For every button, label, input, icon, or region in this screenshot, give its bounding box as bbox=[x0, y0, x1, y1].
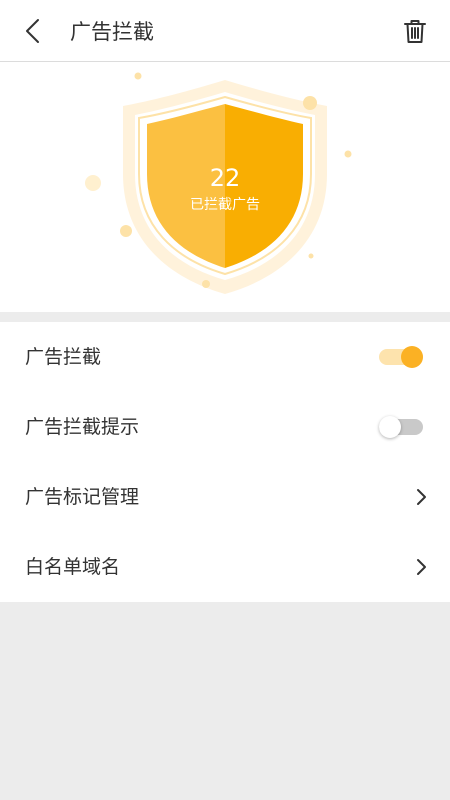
setting-ad-block-notice[interactable]: 广告拦截提示 bbox=[0, 392, 450, 462]
back-button[interactable] bbox=[18, 16, 48, 46]
trash-icon bbox=[404, 20, 426, 43]
chevron-left-icon bbox=[26, 19, 39, 43]
ad-block-notice-toggle[interactable] bbox=[379, 416, 423, 438]
setting-ad-block[interactable]: 广告拦截 bbox=[0, 322, 450, 392]
toggle-knob bbox=[401, 346, 423, 368]
section-divider bbox=[0, 312, 450, 322]
page-title: 广告拦截 bbox=[70, 20, 154, 44]
toggle-knob bbox=[379, 416, 401, 438]
ad-block-toggle[interactable] bbox=[379, 346, 423, 368]
top-bar: 广告拦截 bbox=[0, 0, 450, 62]
setting-label: 广告拦截提示 bbox=[25, 416, 140, 438]
setting-whitelist-domains[interactable]: 白名单域名 bbox=[0, 532, 450, 602]
delete-button[interactable] bbox=[400, 16, 430, 46]
chevron-right-icon bbox=[417, 559, 426, 575]
blocked-count-label: 已拦截广告 bbox=[190, 197, 260, 213]
blocked-summary: 22 已拦截广告 bbox=[0, 62, 450, 312]
setting-label: 广告拦截 bbox=[25, 346, 102, 368]
chevron-right-icon bbox=[417, 489, 426, 505]
setting-ad-mark-management[interactable]: 广告标记管理 bbox=[0, 462, 450, 532]
setting-label: 白名单域名 bbox=[25, 556, 121, 578]
settings-list: 广告拦截 广告拦截提示 广告标记管理 白名单域名 bbox=[0, 322, 450, 602]
blocked-count: 22 bbox=[209, 164, 241, 192]
setting-label: 广告标记管理 bbox=[25, 486, 140, 508]
